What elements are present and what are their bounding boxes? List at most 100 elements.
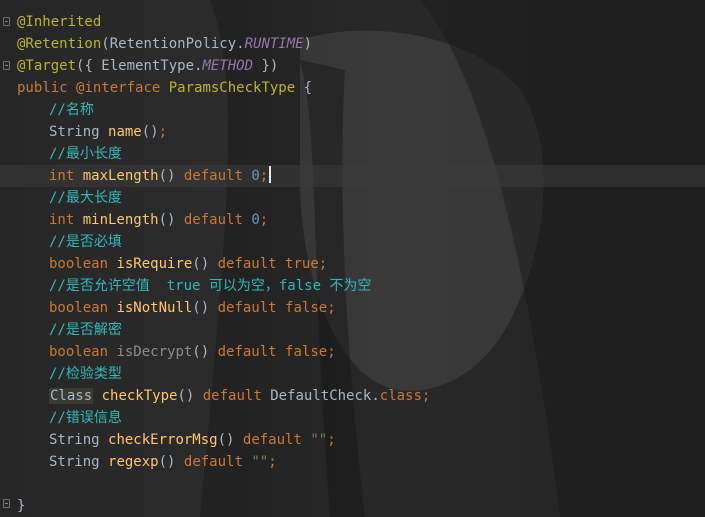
code-token: RUNTIME [244,36,304,52]
code-line-name[interactable]: String name(); [17,121,430,143]
code-line-is-not-null[interactable]: boolean isNotNull() default false; [17,297,430,319]
fold-marker-icon[interactable] [3,499,10,508]
code-token: default [217,256,286,272]
code-token: //最小长度 [49,146,122,162]
code-line-is-decrypt[interactable]: boolean isDecrypt() default false; [17,341,430,363]
code-token: false [285,344,328,360]
code-token: maxLength [82,168,159,184]
code-line-min-length[interactable]: int minLength() default 0; [17,209,430,231]
code-line-comment-null[interactable]: //是否允许空值 true 可以为空，false 不为空 [17,275,430,297]
code-token: boolean [49,300,117,316]
code-token: }) [253,58,279,74]
code-line-declaration[interactable]: public @interface ParamsCheckType { [17,77,430,99]
code-token: default [183,168,252,184]
code-token: 0 [251,212,260,228]
code-token: @interface [76,80,169,96]
code-token: () [158,212,184,228]
code-line-comment-decrypt[interactable]: //是否解密 [17,319,430,341]
code-token: int [49,168,83,184]
code-token: default [217,300,286,316]
code-token: 0 [251,168,260,184]
code-line-check-type[interactable]: Class checkType() default DefaultCheck.c… [17,385,430,407]
fold-marker-icon[interactable] [3,61,10,70]
code-token: } [17,498,26,514]
code-line-check-error-msg[interactable]: String checkErrorMsg() default ""; [17,429,430,451]
code-token: minLength [82,212,159,228]
code-token: default [183,212,252,228]
code-token: METHOD [202,58,254,74]
code-token: @Retention [17,36,102,52]
code-line-comment-max[interactable]: //最大长度 [17,187,430,209]
code-line-retention[interactable]: @Retention(RetentionPolicy.RUNTIME) [17,33,430,55]
code-token: ; [259,168,269,184]
code-line-closing-brace[interactable]: } [17,495,430,517]
code-line-is-require[interactable]: boolean isRequire() default true; [17,253,430,275]
code-token: checkType [101,388,178,404]
code-token: default [202,388,271,404]
code-token: () [158,168,184,184]
code-token: () [141,124,159,140]
code-token: @Target [17,58,77,74]
code-token: false [285,300,328,316]
code-line-inherited[interactable]: @Inherited [17,11,430,33]
code-token: default [217,344,286,360]
code-token: "" [251,454,269,470]
code-line-blank[interactable] [17,473,430,495]
code-token: () [192,344,218,360]
code-token: checkErrorMsg [108,432,218,448]
code-token: ; [327,344,336,360]
code-token: ; [158,124,168,140]
code-token: String [49,124,109,140]
code-token: ; [268,454,277,470]
code-token: Class [49,388,94,404]
code-token: isNotNull [116,300,193,316]
code-token: //是否必填 [49,234,122,250]
code-token: ParamsCheckType [168,80,296,96]
code-token: String [49,454,109,470]
code-token: ; [318,256,328,272]
fold-marker-icon[interactable] [3,17,10,26]
code-token: () [177,388,203,404]
code-token: true [285,256,319,272]
code-token: isDecrypt [116,344,193,360]
code-line-max-length[interactable]: int maxLength() default 0; [17,165,430,187]
code-editor[interactable]: @Inherited @Retention(RetentionPolicy.RUN… [0,0,705,517]
code-line-comment-error[interactable]: //错误信息 [17,407,430,429]
code-token: //最大长度 [49,190,122,206]
code-token: ({ ElementType. [76,58,203,74]
code-line-target[interactable]: @Target({ ElementType.METHOD }) [17,55,430,77]
code-line-regexp[interactable]: String regexp() default ""; [17,451,430,473]
code-token: @Inherited [17,14,102,30]
code-token: isRequire [116,256,193,272]
code-token: public [17,80,77,96]
code-token: String [49,432,109,448]
code-lines: @Inherited @Retention(RetentionPolicy.RUN… [17,11,430,517]
code-token: ; [421,388,431,404]
code-line-comment-require[interactable]: //是否必填 [17,231,430,253]
code-line-comment-name[interactable]: //名称 [17,99,430,121]
code-token: () [192,256,218,272]
code-token: (RetentionPolicy. [101,36,245,52]
code-token: boolean [49,256,117,272]
code-token: //错误信息 [49,410,122,426]
text-caret [269,166,272,183]
gutter [0,0,12,517]
code-token: class [379,388,422,404]
code-line-comment-min[interactable]: //最小长度 [17,143,430,165]
code-token: ; [259,212,269,228]
code-token: default [242,432,311,448]
code-token: "" [310,432,328,448]
code-token: //检验类型 [49,366,122,382]
code-token: { [295,80,313,96]
code-token: int [49,212,83,228]
code-token: () [217,432,243,448]
code-token: () [158,454,184,470]
code-token: boolean [49,344,117,360]
code-token: () [192,300,218,316]
code-token: //是否解密 [49,322,122,338]
code-line-comment-type[interactable]: //检验类型 [17,363,430,385]
code-token: ; [327,300,336,316]
code-token: name [108,124,142,140]
code-token: default [183,454,252,470]
